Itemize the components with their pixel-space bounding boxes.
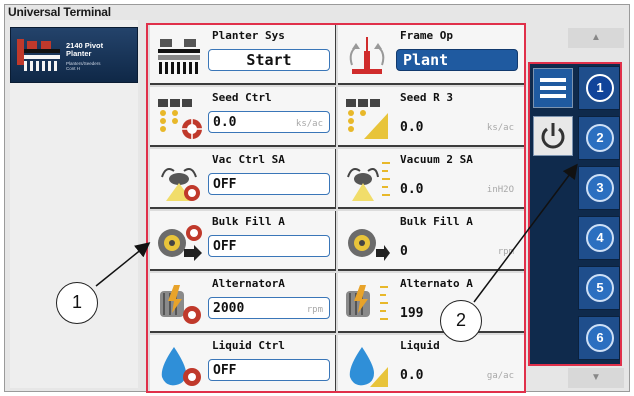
- callout-2-arrow: [473, 163, 578, 303]
- callout-arrows: [95, 163, 578, 303]
- callout-1-arrow: [95, 242, 151, 287]
- callout-1: 1: [56, 282, 98, 324]
- callout-2: 2: [440, 300, 482, 342]
